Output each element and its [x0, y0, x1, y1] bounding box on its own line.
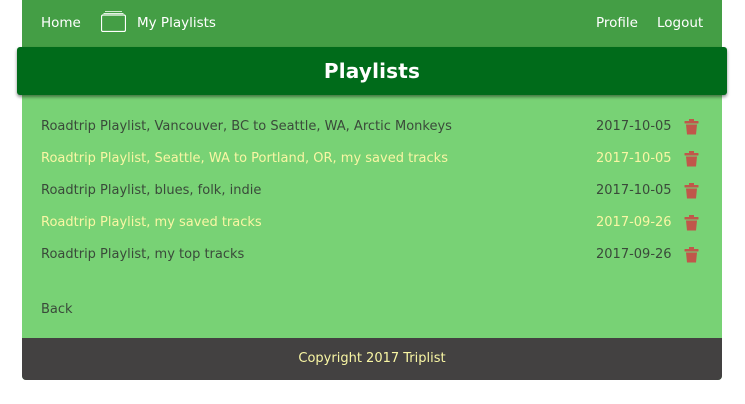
playlist-row[interactable]: Roadtrip Playlist, Vancouver, BC to Seat…: [22, 111, 722, 143]
playlist-date: 2017-10-05: [596, 151, 672, 166]
playlist-name-link[interactable]: Roadtrip Playlist, Vancouver, BC to Seat…: [41, 118, 452, 135]
trash-icon[interactable]: [684, 247, 699, 263]
playlist-date: 2017-09-26: [596, 247, 672, 262]
nav-my-playlists-link[interactable]: My Playlists: [137, 15, 216, 32]
footer-copyright: Copyright 2017 Triplist: [298, 351, 446, 366]
playlist-name-link[interactable]: Roadtrip Playlist, my saved tracks: [41, 214, 262, 231]
navbar: Home My Playlists Profile Logout: [22, 0, 722, 47]
title-bar: Playlists: [17, 47, 727, 95]
playlist-name-link[interactable]: Roadtrip Playlist, my top tracks: [41, 246, 244, 263]
playlist-name-link[interactable]: Roadtrip Playlist, blues, folk, indie: [41, 182, 261, 199]
playlist-row[interactable]: Roadtrip Playlist, my top tracks 2017-09-…: [22, 239, 722, 271]
page-title: Playlists: [323, 59, 421, 83]
playlist-name-link[interactable]: Roadtrip Playlist, Seattle, WA to Portla…: [41, 150, 448, 167]
playlist-list: Roadtrip Playlist, Vancouver, BC to Seat…: [22, 111, 722, 271]
trash-icon[interactable]: [684, 215, 699, 231]
playlist-row[interactable]: Roadtrip Playlist, my saved tracks 2017-0…: [22, 207, 722, 239]
trash-icon[interactable]: [684, 183, 699, 199]
playlist-stack-icon[interactable]: [100, 10, 127, 33]
playlist-row[interactable]: Roadtrip Playlist, Seattle, WA to Portla…: [22, 143, 722, 175]
playlist-date: 2017-09-26: [596, 215, 672, 230]
nav-profile-link[interactable]: Profile: [596, 15, 638, 32]
playlist-date: 2017-10-05: [596, 119, 672, 134]
app-frame: Home My Playlists Profile Logout Playlis…: [17, 0, 727, 380]
back-link[interactable]: Back: [41, 301, 73, 318]
nav-home-link[interactable]: Home: [41, 15, 81, 32]
playlist-date: 2017-10-05: [596, 183, 672, 198]
trash-icon[interactable]: [684, 119, 699, 135]
playlist-row[interactable]: Roadtrip Playlist, blues, folk, indie 201…: [22, 175, 722, 207]
nav-logout-link[interactable]: Logout: [657, 15, 703, 32]
trash-icon[interactable]: [684, 151, 699, 167]
footer: Copyright 2017 Triplist: [22, 338, 722, 380]
